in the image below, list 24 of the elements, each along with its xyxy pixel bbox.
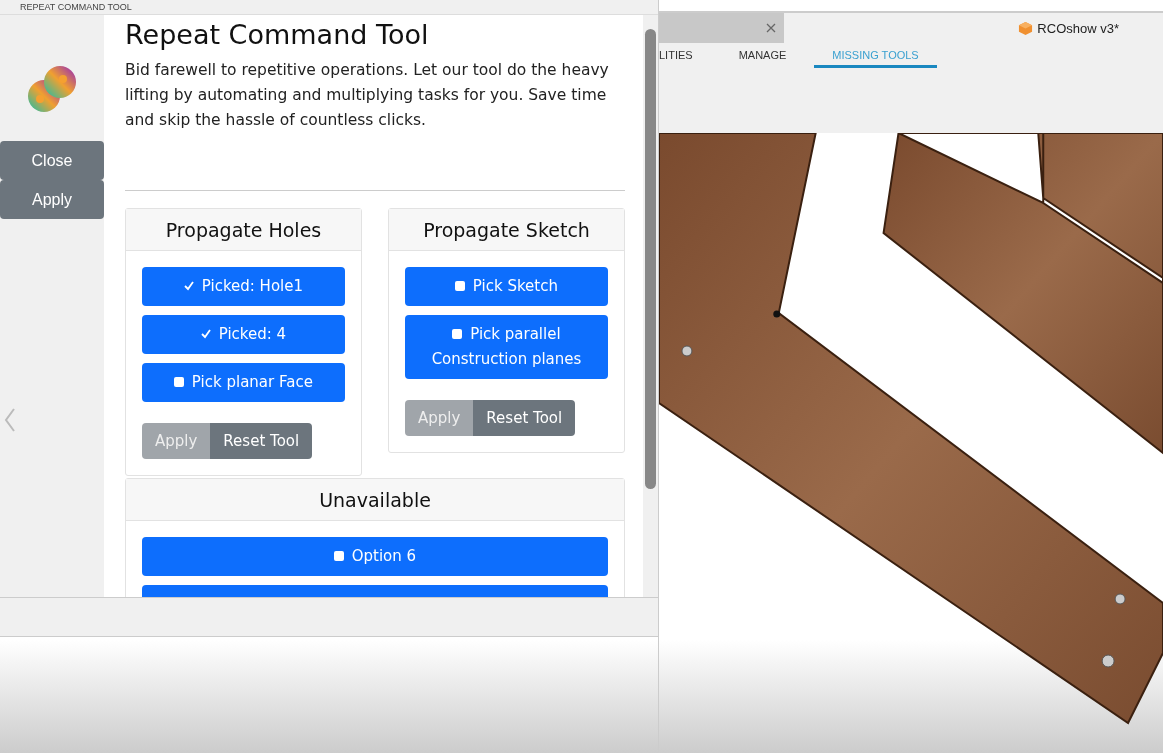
card-title: Unavailable: [319, 489, 431, 511]
ribbon-tab[interactable]: LITIES: [659, 43, 711, 68]
pick-button[interactable]: Picked: Hole1: [142, 267, 345, 306]
pick-button[interactable]: Pick planar Face: [142, 363, 345, 402]
page-title: Repeat Command Tool: [125, 19, 430, 50]
sidebar-button[interactable]: Close: [0, 141, 104, 180]
description: Bid farewell to repetitive operations. Let our tool do the heavy lifting by automating and multiplying tasks for you. Save time and skip the hassle of countless clicks.: [125, 60, 610, 131]
card-title: Propagate Holes: [165, 219, 322, 241]
pick-button[interactable]: Picked: 4: [142, 315, 345, 354]
ribbon-tab[interactable]: MISSING TOOLS: [814, 43, 937, 68]
close-icon[interactable]: [766, 23, 776, 33]
sidebar-button[interactable]: Apply: [0, 180, 104, 219]
chevron-left-icon[interactable]: [4, 407, 16, 433]
option-button[interactable]: Option 6: [142, 537, 608, 576]
pick-button[interactable]: Pick Sketch: [405, 267, 608, 306]
window-title: REPEAT COMMAND TOOL: [20, 2, 132, 12]
document-title: RCOshow v3*: [1037, 20, 1119, 36]
scrollbar-thumb[interactable]: [645, 29, 656, 489]
action-button[interactable]: Reset Tool: [210, 423, 313, 459]
action-button[interactable]: Reset Tool: [473, 400, 576, 436]
card-title: Propagate Sketch: [423, 219, 590, 241]
ribbon-tab[interactable]: MANAGE: [720, 43, 805, 68]
cube-icon: [1018, 20, 1034, 36]
pick-button[interactable]: Pick parallel Construction planes: [405, 315, 608, 379]
